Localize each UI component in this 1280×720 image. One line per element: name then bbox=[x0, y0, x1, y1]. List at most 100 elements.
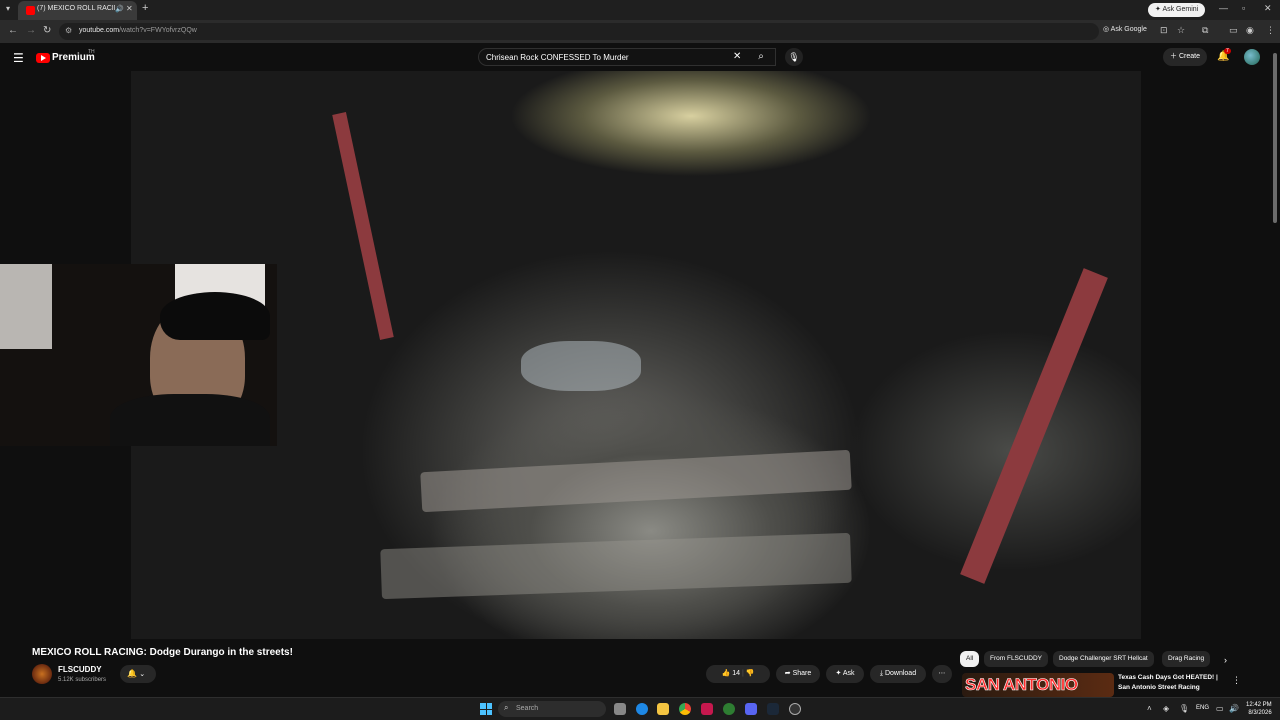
reload-icon[interactable]: ↻ bbox=[43, 25, 51, 36]
volume-icon[interactable]: 🔊 bbox=[1229, 704, 1239, 713]
network-icon[interactable]: ▭ bbox=[1216, 704, 1224, 713]
video-player[interactable] bbox=[131, 71, 1141, 639]
dislike-icon[interactable]: 👎 bbox=[746, 670, 755, 677]
url-host: youtube.com bbox=[79, 27, 120, 34]
download-icon: ⤓ bbox=[879, 670, 883, 677]
input-language[interactable]: ENG bbox=[1196, 705, 1209, 711]
subscriber-count: 5.12K subscribers bbox=[58, 677, 107, 683]
ask-gemini-button[interactable]: ✦ Ask Gemini bbox=[1148, 3, 1206, 17]
chip-from-channel[interactable]: From FLSCUDDY bbox=[984, 651, 1049, 667]
tab-groups-icon[interactable]: ▭ bbox=[1229, 25, 1238, 36]
thumbnail-text: SAN ANTONIO bbox=[965, 675, 1079, 695]
recommended-title[interactable]: Texas Cash Days Got HEATED! | San Antoni… bbox=[1118, 673, 1228, 693]
clock[interactable]: 12:42 PM 8/3/2026 bbox=[1246, 701, 1272, 717]
tab-close-icon[interactable]: ✕ bbox=[126, 4, 133, 13]
tray-mic-icon[interactable]: 🎙 bbox=[1179, 704, 1189, 713]
url-path: /watch?v=FWYofvrzQQw bbox=[119, 27, 197, 34]
file-explorer-icon[interactable] bbox=[657, 703, 669, 715]
browser-tab-strip: ▾ (7) MEXICO ROLL RACING: D 🔊 ✕ + ✦ Ask … bbox=[0, 0, 1280, 20]
page-scrollbar[interactable] bbox=[1270, 43, 1280, 700]
share-label: Share bbox=[792, 670, 812, 677]
more-actions-icon[interactable]: ⋯ bbox=[932, 665, 952, 683]
forward-icon[interactable]: → bbox=[26, 25, 36, 36]
search-icon[interactable]: ⌕ bbox=[748, 48, 774, 66]
video-frame-detail bbox=[521, 341, 641, 391]
search-input[interactable]: Chrisean Rock CONFESSED To Murder ✕ bbox=[478, 48, 776, 66]
chrome-icon[interactable] bbox=[679, 703, 691, 715]
chip-dodge-challenger[interactable]: Dodge Challenger SRT Hellcat bbox=[1053, 651, 1154, 667]
chip-all[interactable]: All bbox=[960, 651, 980, 667]
create-button[interactable]: ＋ Create bbox=[1163, 48, 1207, 66]
like-button[interactable]: 👍 14 bbox=[722, 670, 740, 677]
new-tab-icon[interactable]: + bbox=[142, 2, 148, 14]
tab-search-icon[interactable]: ▾ bbox=[6, 4, 10, 13]
xbox-icon[interactable] bbox=[723, 703, 735, 715]
chevron-down-icon: ⌄ bbox=[139, 671, 146, 678]
chevron-right-icon[interactable]: › bbox=[1224, 655, 1227, 665]
create-label: Create bbox=[1178, 53, 1200, 60]
country-code: TH bbox=[88, 49, 95, 55]
back-icon[interactable]: ← bbox=[8, 25, 18, 36]
edge-icon[interactable] bbox=[636, 703, 648, 715]
like-count: 14 bbox=[732, 670, 740, 677]
browser-menu-icon[interactable]: ⋮ bbox=[1266, 25, 1275, 36]
notification-badge: 7 bbox=[1224, 48, 1231, 54]
clock-date: 8/3/2026 bbox=[1248, 710, 1272, 716]
site-info-icon[interactable]: ⚙ bbox=[65, 26, 72, 35]
browser-toolbar: ← → ↻ ⚙ youtube.com/watch?v=FWYofvrzQQw … bbox=[0, 20, 1280, 43]
video-frame-detail bbox=[332, 112, 394, 340]
youtube-logo-icon[interactable] bbox=[36, 53, 50, 63]
install-app-icon[interactable]: ⊡ bbox=[1160, 25, 1168, 36]
address-bar[interactable]: ⚙ youtube.com/watch?v=FWYofvrzQQw bbox=[59, 23, 1099, 40]
channel-name[interactable]: FLSCUDDY bbox=[58, 665, 102, 674]
taskbar-search-placeholder: Search bbox=[516, 705, 539, 712]
download-button[interactable]: ⤓ Download bbox=[870, 665, 926, 683]
video-frame-detail bbox=[960, 268, 1108, 584]
ask-label: Ask bbox=[842, 670, 855, 677]
audio-playing-icon[interactable]: 🔊 bbox=[115, 5, 124, 13]
share-icon: ➦ bbox=[784, 670, 791, 677]
share-button[interactable]: ➦ Share bbox=[776, 665, 820, 683]
acrobat-icon[interactable] bbox=[701, 703, 713, 715]
streamer-body bbox=[110, 394, 270, 446]
video-frame-detail bbox=[420, 449, 852, 513]
chip-drag-racing[interactable]: Drag Racing bbox=[1162, 651, 1211, 667]
discord-icon[interactable] bbox=[745, 703, 757, 715]
extensions-icon[interactable]: ⧉ bbox=[1202, 25, 1208, 36]
bell-icon: 🔔 bbox=[127, 669, 137, 678]
profile-icon[interactable]: ◉ bbox=[1246, 25, 1254, 36]
ask-google-label: Ask Google bbox=[1110, 26, 1147, 33]
ask-google-button[interactable]: ◎ Ask Google bbox=[1103, 25, 1147, 33]
more-vert-icon[interactable]: ⋮ bbox=[1232, 675, 1241, 686]
obs-icon[interactable] bbox=[789, 703, 801, 715]
minimize-icon[interactable]: — bbox=[1219, 3, 1228, 13]
download-label: Download bbox=[884, 670, 917, 677]
channel-avatar[interactable] bbox=[32, 664, 52, 684]
task-view-icon[interactable] bbox=[614, 703, 626, 715]
browser-tab[interactable]: (7) MEXICO ROLL RACING: D 🔊 ✕ bbox=[18, 1, 137, 20]
url-text: youtube.com/watch?v=FWYofvrzQQw bbox=[79, 27, 197, 34]
tray-chevron-up-icon[interactable]: ˄ bbox=[1147, 704, 1152, 713]
youtube-header: ☰ Premium TH Chrisean Rock CONFESSED To … bbox=[0, 43, 1270, 71]
sparkle-icon: ✦ bbox=[835, 670, 842, 677]
bookmark-star-icon[interactable]: ☆ bbox=[1177, 25, 1185, 36]
window-close-icon[interactable]: ✕ bbox=[1264, 3, 1272, 14]
steam-icon[interactable] bbox=[767, 703, 779, 715]
microphone-icon[interactable]: 🎙 bbox=[785, 48, 803, 66]
recommended-thumbnail[interactable]: SAN ANTONIO bbox=[962, 673, 1114, 697]
windows-start-icon[interactable] bbox=[480, 703, 492, 715]
subscription-bell-button[interactable]: 🔔 ⌄ bbox=[120, 665, 156, 683]
account-avatar[interactable] bbox=[1244, 49, 1260, 65]
webcam-background bbox=[0, 264, 52, 349]
video-frame-detail bbox=[380, 532, 852, 600]
clear-search-icon[interactable]: ✕ bbox=[733, 51, 741, 62]
taskbar-search-input[interactable]: ⌕ Search bbox=[498, 701, 606, 717]
scrollbar-thumb[interactable] bbox=[1273, 53, 1277, 223]
youtube-favicon-icon bbox=[26, 6, 35, 15]
search-icon: ⌕ bbox=[504, 703, 509, 712]
maximize-icon[interactable]: ▫ bbox=[1242, 3, 1245, 13]
ask-button[interactable]: ✦ Ask bbox=[826, 665, 864, 683]
streamer-cap bbox=[160, 292, 270, 340]
hamburger-menu-icon[interactable]: ☰ bbox=[13, 51, 24, 65]
tray-app-icon[interactable]: ◈ bbox=[1163, 704, 1169, 713]
